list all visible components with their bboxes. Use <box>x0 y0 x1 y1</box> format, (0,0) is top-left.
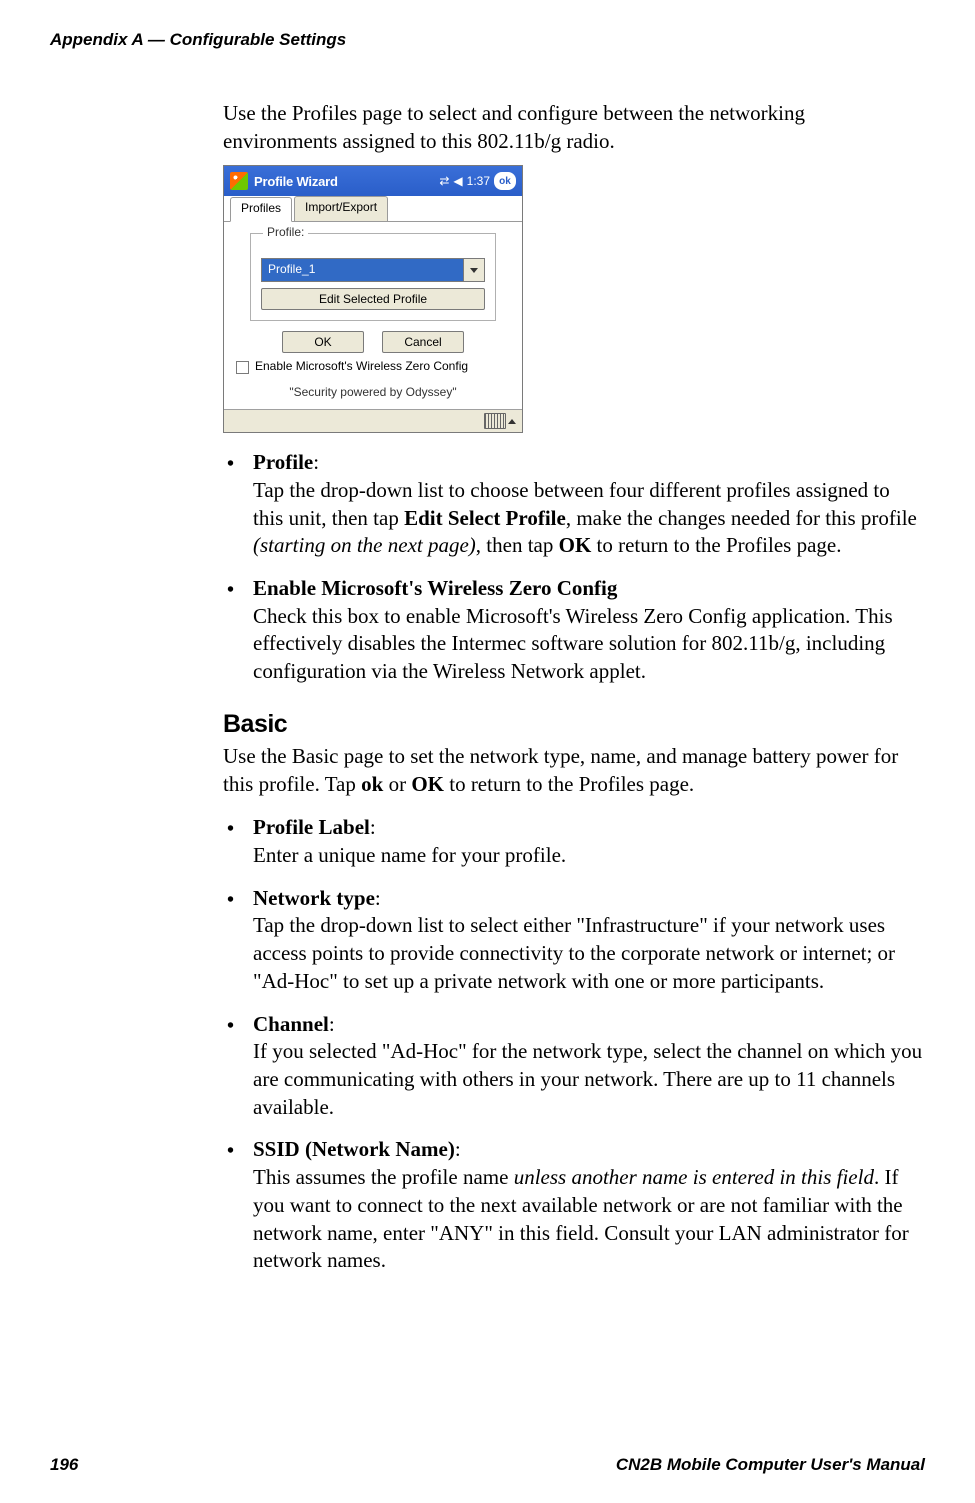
list-item: •Channel:If you selected "Ad-Hoc" for th… <box>223 1011 923 1122</box>
bullet-title: Channel <box>253 1012 329 1036</box>
odyssey-footer-text: "Security powered by Odyssey" <box>234 385 512 401</box>
bullet-body: Tap the drop-down list to choose between… <box>253 477 923 560</box>
ok-cancel-row: OK Cancel <box>234 331 512 353</box>
cancel-button[interactable]: Cancel <box>382 331 464 353</box>
basic-intro: Use the Basic page to set the network ty… <box>223 743 923 798</box>
edit-selected-profile-button[interactable]: Edit Selected Profile <box>261 288 485 310</box>
volume-icon: ◀ <box>453 174 462 190</box>
list-item: •Profile Label:Enter a unique name for y… <box>223 814 923 869</box>
list-item: •Profile:Tap the drop-down list to choos… <box>223 449 923 560</box>
bullet-title: Profile <box>253 450 313 474</box>
bullet-icon: • <box>227 577 234 603</box>
bullet-icon: • <box>227 887 234 913</box>
profile-wizard-screenshot: Profile Wizard ⇄ ◀ 1:37 ok Profiles Impo… <box>223 165 523 433</box>
profile-group-box: Profile: Profile_1 Edit Selected Profile <box>250 233 496 321</box>
status-tray: ⇄ ◀ 1:37 ok <box>439 172 516 190</box>
windows-flag-icon <box>230 172 248 190</box>
dropdown-button[interactable] <box>463 259 484 281</box>
sip-bar <box>224 409 522 432</box>
connectivity-icon: ⇄ <box>439 174 449 190</box>
profile-bullets: •Profile:Tap the drop-down list to choos… <box>223 449 923 686</box>
bullet-icon: • <box>227 451 234 477</box>
profile-dropdown[interactable]: Profile_1 <box>261 258 485 282</box>
tab-profiles[interactable]: Profiles <box>230 197 292 222</box>
tab-panel: Profile: Profile_1 Edit Selected Profile… <box>224 221 522 409</box>
intro-paragraph: Use the Profiles page to select and conf… <box>223 100 923 155</box>
list-item: • Enable Microsoft's Wireless Zero Config… <box>223 575 923 686</box>
titlebar: Profile Wizard ⇄ ◀ 1:37 ok <box>224 166 522 196</box>
bullet-body: Check this box to enable Microsoft's Wir… <box>253 603 923 686</box>
list-item: •SSID (Network Name):This assumes the pr… <box>223 1136 923 1275</box>
page-number: 196 <box>50 1455 78 1475</box>
page-footer: 196 CN2B Mobile Computer User's Manual <box>50 1455 925 1475</box>
wireless-zero-config-checkbox-row[interactable]: Enable Microsoft's Wireless Zero Config <box>236 359 510 375</box>
chevron-up-icon[interactable] <box>508 419 516 424</box>
running-header: Appendix A — Configurable Settings <box>50 30 925 50</box>
content-column: Use the Profiles page to select and conf… <box>223 100 923 1275</box>
bullet-body: If you selected "Ad-Hoc" for the network… <box>253 1038 923 1121</box>
bullet-title: Enable Microsoft's Wireless Zero Config <box>253 576 617 600</box>
keyboard-icon[interactable] <box>484 413 506 429</box>
chevron-down-icon <box>470 268 478 273</box>
profile-group-label: Profile: <box>263 225 308 241</box>
bullet-body: Enter a unique name for your profile. <box>253 842 923 870</box>
window-title: Profile Wizard <box>254 173 433 190</box>
clock-text: 1:37 <box>467 174 490 190</box>
bullet-icon: • <box>227 1138 234 1164</box>
tab-import-export[interactable]: Import/Export <box>294 196 388 221</box>
bullet-body: This assumes the profile name unless ano… <box>253 1164 923 1275</box>
bullet-title: Network type <box>253 886 375 910</box>
tab-strip: Profiles Import/Export <box>224 196 522 222</box>
basic-bullets: •Profile Label:Enter a unique name for y… <box>223 814 923 1275</box>
bullet-title: SSID (Network Name) <box>253 1137 455 1161</box>
ok-button[interactable]: OK <box>282 331 364 353</box>
page: Appendix A — Configurable Settings Use t… <box>0 0 975 1503</box>
profile-dropdown-value: Profile_1 <box>262 259 463 281</box>
checkbox-label: Enable Microsoft's Wireless Zero Config <box>255 359 468 375</box>
manual-title: CN2B Mobile Computer User's Manual <box>616 1455 925 1475</box>
basic-heading: Basic <box>223 708 923 741</box>
list-item: •Network type:Tap the drop-down list to … <box>223 885 923 996</box>
bullet-icon: • <box>227 1013 234 1039</box>
bullet-icon: • <box>227 816 234 842</box>
checkbox-icon[interactable] <box>236 361 249 374</box>
bullet-body: Tap the drop-down list to select either … <box>253 912 923 995</box>
bullet-title: Profile Label <box>253 815 370 839</box>
ok-button-titlebar[interactable]: ok <box>494 172 516 190</box>
